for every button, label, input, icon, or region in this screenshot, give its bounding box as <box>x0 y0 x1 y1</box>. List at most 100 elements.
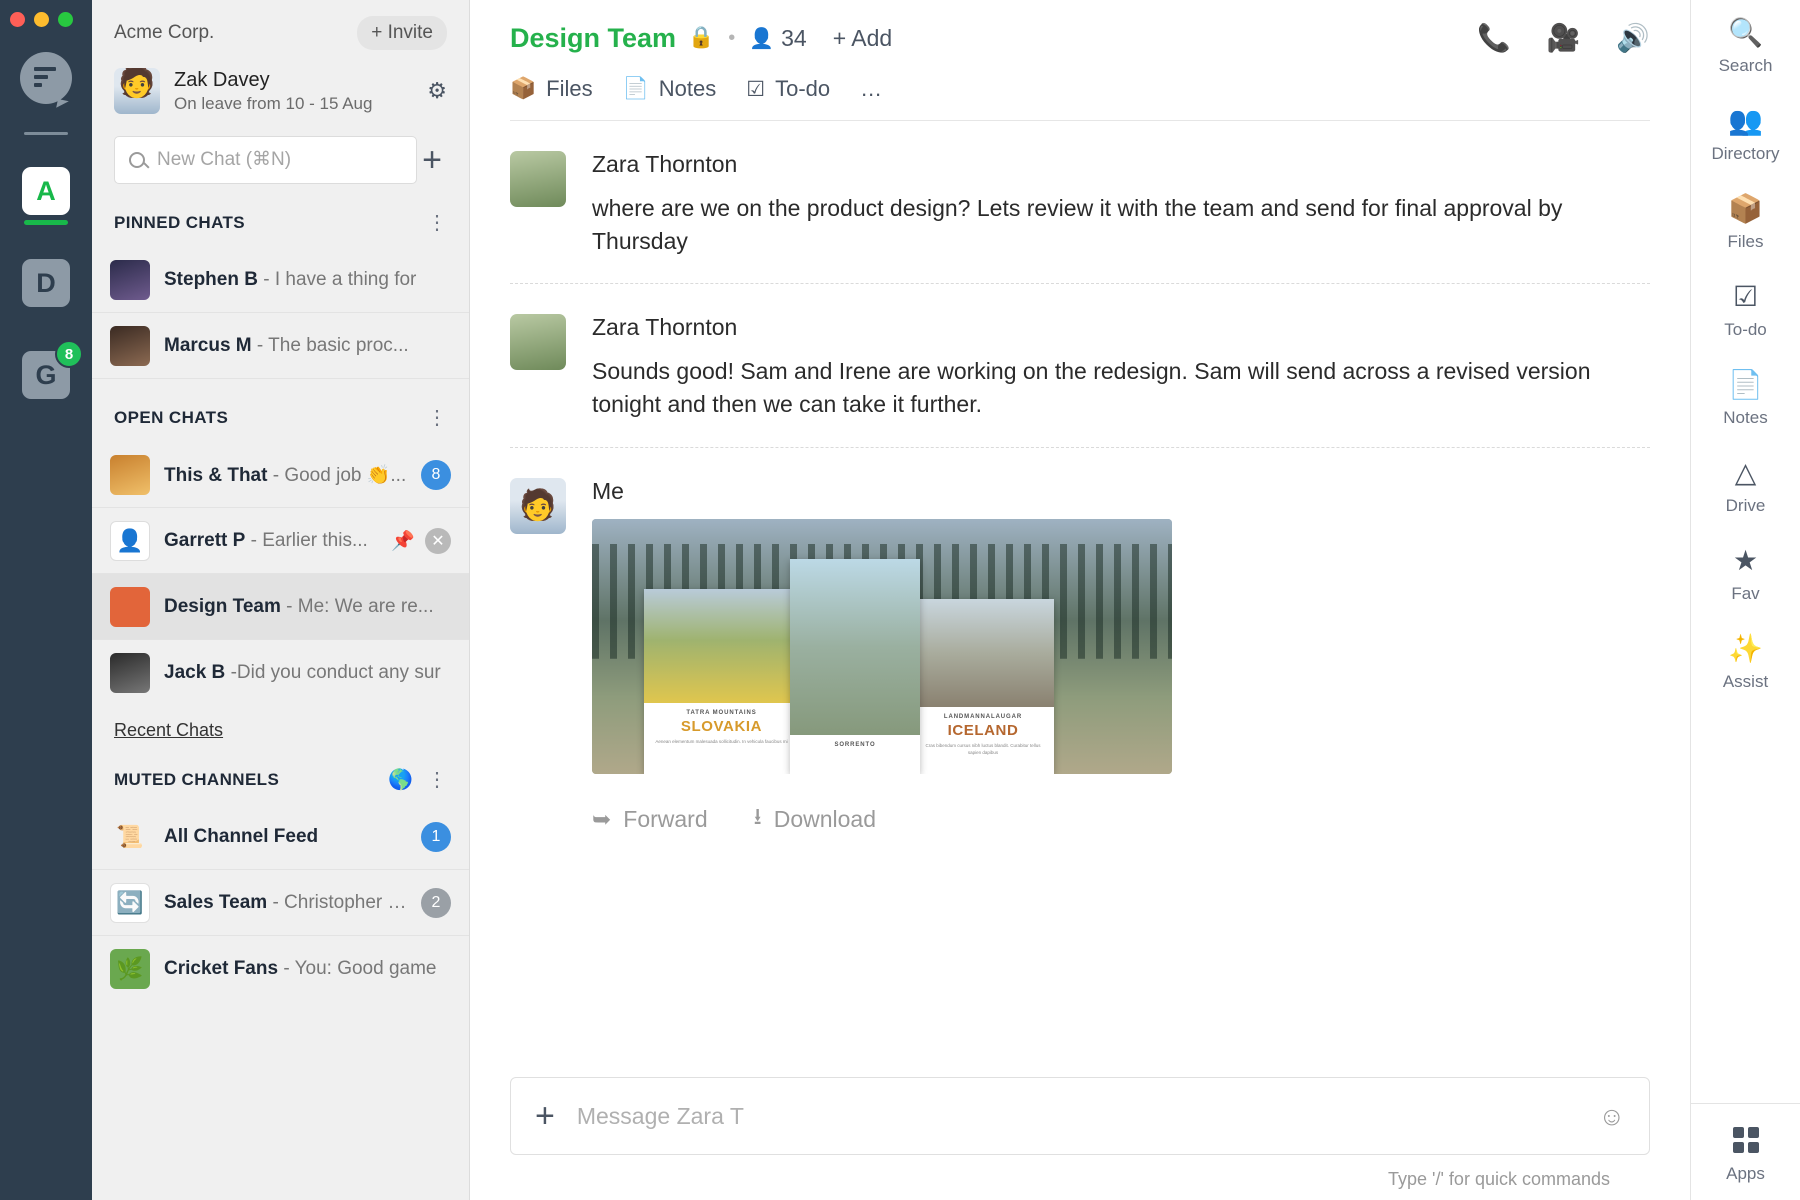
list-item[interactable]: Marcus M - The basic proc... <box>92 313 469 379</box>
avatar <box>110 587 150 627</box>
avatar <box>510 151 566 207</box>
current-user-row[interactable]: 🧑 Zak Davey On leave from 10 - 15 Aug ⚙ <box>114 68 447 114</box>
current-user-text: Zak Davey On leave from 10 - 15 Aug <box>174 69 427 114</box>
list-item[interactable]: Stephen B - I have a thing for <box>92 247 469 313</box>
maximize-window-button[interactable] <box>58 12 73 27</box>
message-body: Zara Thornton where are we on the produc… <box>592 151 1650 257</box>
video-icon[interactable]: 🎥 <box>1547 22 1581 54</box>
message-body: Me TATRA MOUNTAINS SLOVAKIA Aenean eleme… <box>592 478 1650 839</box>
list-item[interactable]: 📜 All Channel Feed 1 <box>92 804 469 870</box>
list-item[interactable]: 🌿 Cricket Fans - You: Good game <box>92 936 469 1002</box>
chat-preview: Garrett P - Earlier this... <box>164 530 383 552</box>
speaker-icon[interactable]: 🔊 <box>1616 22 1650 54</box>
rail-item-todo[interactable]: ☑ To-do <box>1691 278 1800 340</box>
sidebar-item-design-team[interactable]: Design Team - Me: We are re... <box>92 574 469 640</box>
avatar <box>110 326 150 366</box>
list-item[interactable]: 👤 Garrett P - Earlier this... 📌 ✕ <box>92 508 469 574</box>
tab-files[interactable]: 📦 Files <box>510 76 593 102</box>
message-composer[interactable]: + ☺ <box>510 1077 1650 1155</box>
chat-name: Jack B <box>164 662 225 683</box>
assist-icon: ✨ <box>1728 630 1763 666</box>
call-icon[interactable]: 📞 <box>1477 22 1511 54</box>
rail-item-fav[interactable]: ★ Fav <box>1691 542 1800 604</box>
gear-icon[interactable]: ⚙ <box>427 78 447 104</box>
section-header-pinned: PINNED CHATS ⋮ <box>92 184 469 247</box>
chat-name: Stephen B <box>164 269 258 290</box>
workspace-a-button[interactable]: A <box>22 167 70 215</box>
rail-label: Assist <box>1723 672 1768 692</box>
chat-name: Cricket Fans <box>164 958 278 979</box>
more-options-icon[interactable]: … <box>860 76 882 102</box>
tab-todo[interactable]: ☑ To-do <box>746 76 830 102</box>
rail-item-apps[interactable]: Apps <box>1691 1122 1800 1184</box>
forward-button[interactable]: ➥ Forward <box>592 806 708 833</box>
tab-notes[interactable]: 📄 Notes <box>623 76 717 102</box>
current-user-status: On leave from 10 - 15 Aug <box>174 94 427 114</box>
unread-badge: 8 <box>421 460 451 490</box>
list-item[interactable]: This & That - Good job 👏... 8 <box>92 442 469 508</box>
forward-icon: ➥ <box>592 806 611 833</box>
new-chat-plus-button[interactable]: + <box>417 136 447 184</box>
list-item[interactable]: 🔄 Sales Team - Christopher J: d. 2 <box>92 870 469 936</box>
chat-preview: Design Team - Me: We are re... <box>164 596 451 618</box>
separator-dot: • <box>728 27 735 50</box>
emoji-icon[interactable]: ☺ <box>1598 1101 1625 1132</box>
rail-item-drive[interactable]: △ Drive <box>1691 454 1800 516</box>
avatar <box>110 260 150 300</box>
chat-preview: Jack B -Did you conduct any sur <box>164 662 451 684</box>
rail-label: Notes <box>1723 408 1767 428</box>
tab-label: Notes <box>659 76 716 102</box>
section-header-open: OPEN CHATS ⋮ <box>92 379 469 442</box>
plus-icon[interactable]: + <box>535 1097 555 1136</box>
list-item[interactable]: Jack B -Did you conduct any sur <box>92 640 469 706</box>
rail-label: Apps <box>1726 1164 1765 1184</box>
section-menu-icon[interactable]: ⋮ <box>427 405 447 430</box>
search-box[interactable] <box>114 136 417 184</box>
section-title: PINNED CHATS <box>114 213 245 233</box>
chat-preview: Stephen B - I have a thing for <box>164 269 451 291</box>
section-tools: 🌎 ⋮ <box>388 767 447 792</box>
chat-main: Design Team 🔒 • 👤 34 + Add 📞 🎥 🔊 📦 Files <box>470 0 1690 1200</box>
chat-preview: This & That - Good job 👏... <box>164 463 413 487</box>
sidebar-scroll: PINNED CHATS ⋮ Stephen B - I have a thin… <box>92 184 469 1200</box>
message-input[interactable] <box>577 1103 1599 1130</box>
section-menu-icon[interactable]: ⋮ <box>427 210 447 235</box>
rail-item-notes[interactable]: 📄 Notes <box>1691 366 1800 428</box>
attachment-card: SORRENTO <box>790 559 920 774</box>
rail-item-files[interactable]: 📦 Files <box>1691 190 1800 252</box>
rail-item-assist[interactable]: ✨ Assist <box>1691 630 1800 692</box>
search-input[interactable] <box>157 149 402 171</box>
member-count[interactable]: 👤 34 <box>749 25 807 52</box>
image-attachment[interactable]: TATRA MOUNTAINS SLOVAKIA Aenean elementu… <box>592 519 1172 774</box>
section-menu-icon[interactable]: ⋮ <box>427 767 447 792</box>
chat-snippet: -Did you conduct any sur <box>231 662 441 683</box>
rail-item-directory[interactable]: 👥 Directory <box>1691 102 1800 164</box>
add-member-button[interactable]: + Add <box>833 25 892 52</box>
card-subtitle: LANDMANNALAUGAR <box>912 714 1054 720</box>
recent-chats-link[interactable]: Recent Chats <box>114 720 223 740</box>
star-icon: ★ <box>1733 542 1758 578</box>
invite-button[interactable]: + Invite <box>357 16 447 50</box>
rail-item-search[interactable]: 🔍 Search <box>1691 14 1800 76</box>
download-icon: ⭳ <box>754 800 762 839</box>
message-author: Zara Thornton <box>592 151 1650 178</box>
message-body: Zara Thornton Sounds good! Sam and Irene… <box>592 314 1650 420</box>
unread-badge: 2 <box>421 888 451 918</box>
card-caption: SORRENTO <box>790 735 920 748</box>
chat-snippet: - Christopher J: d. <box>272 892 413 913</box>
close-window-button[interactable] <box>10 12 25 27</box>
workspace-a-letter: A <box>36 176 56 207</box>
globe-icon[interactable]: 🌎 <box>388 767 413 792</box>
download-button[interactable]: ⭳ Download <box>754 800 876 839</box>
pin-icon[interactable]: 📌 <box>391 529 415 553</box>
window-controls[interactable] <box>10 12 73 27</box>
sidebar-top: Acme Corp. + Invite 🧑 Zak Davey On leave… <box>92 0 469 184</box>
card-body: Aenean elementum malesuada sollicitudin.… <box>644 739 799 746</box>
close-icon[interactable]: ✕ <box>425 528 451 554</box>
unread-badge: 1 <box>421 822 451 852</box>
app-logo-icon <box>20 52 72 104</box>
workspace-d-button[interactable]: D <box>22 259 70 307</box>
minimize-window-button[interactable] <box>34 12 49 27</box>
workspace-g-button[interactable]: G 8 <box>22 351 70 399</box>
chat-header-top: Design Team 🔒 • 👤 34 + Add 📞 🎥 🔊 <box>510 22 1650 54</box>
